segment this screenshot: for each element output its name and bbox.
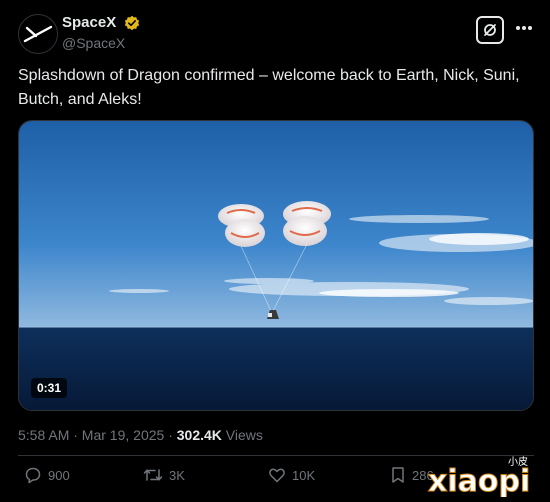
bookmark-icon <box>392 467 404 483</box>
tweet-header: SpaceX @SpaceX <box>18 14 534 54</box>
reply-icon <box>25 467 41 484</box>
grok-icon <box>484 24 496 36</box>
repost-button[interactable]: 3K <box>143 466 185 484</box>
spacex-logo-icon <box>23 25 53 43</box>
verified-icon <box>124 15 139 30</box>
reply-count: 900 <box>48 467 70 483</box>
handle[interactable]: @SpaceX <box>62 35 140 51</box>
like-count: 10K <box>292 467 316 483</box>
display-name[interactable]: SpaceX <box>62 14 116 31</box>
views-label: Views <box>221 427 263 443</box>
more-icon <box>516 26 532 30</box>
grok-button[interactable] <box>476 16 504 44</box>
views-count: 302.4K <box>176 427 222 443</box>
like-button[interactable]: 10K <box>268 466 315 484</box>
repost-icon <box>143 469 163 481</box>
more-button[interactable] <box>514 18 534 38</box>
video-player[interactable]: 0:31 <box>18 120 534 411</box>
author-names: SpaceX @SpaceX <box>62 14 140 51</box>
reply-button[interactable]: 900 <box>24 466 70 484</box>
like-icon <box>269 468 285 483</box>
video-frame <box>19 121 533 410</box>
tweet-meta: 5:58 AM · Mar 19, 2025 · 302.4K Views <box>18 427 263 443</box>
tweet-text: Splashdown of Dragon confirmed – welcome… <box>18 67 520 108</box>
timestamp[interactable]: 5:58 AM · Mar 19, 2025 · <box>18 427 177 443</box>
repost-count: 3K <box>169 467 185 483</box>
avatar[interactable] <box>18 14 58 54</box>
watermark-text: xiaopi <box>428 464 530 497</box>
watermark-logo: 小皮 xiaopi <box>422 453 542 500</box>
video-duration: 0:31 <box>31 378 68 398</box>
